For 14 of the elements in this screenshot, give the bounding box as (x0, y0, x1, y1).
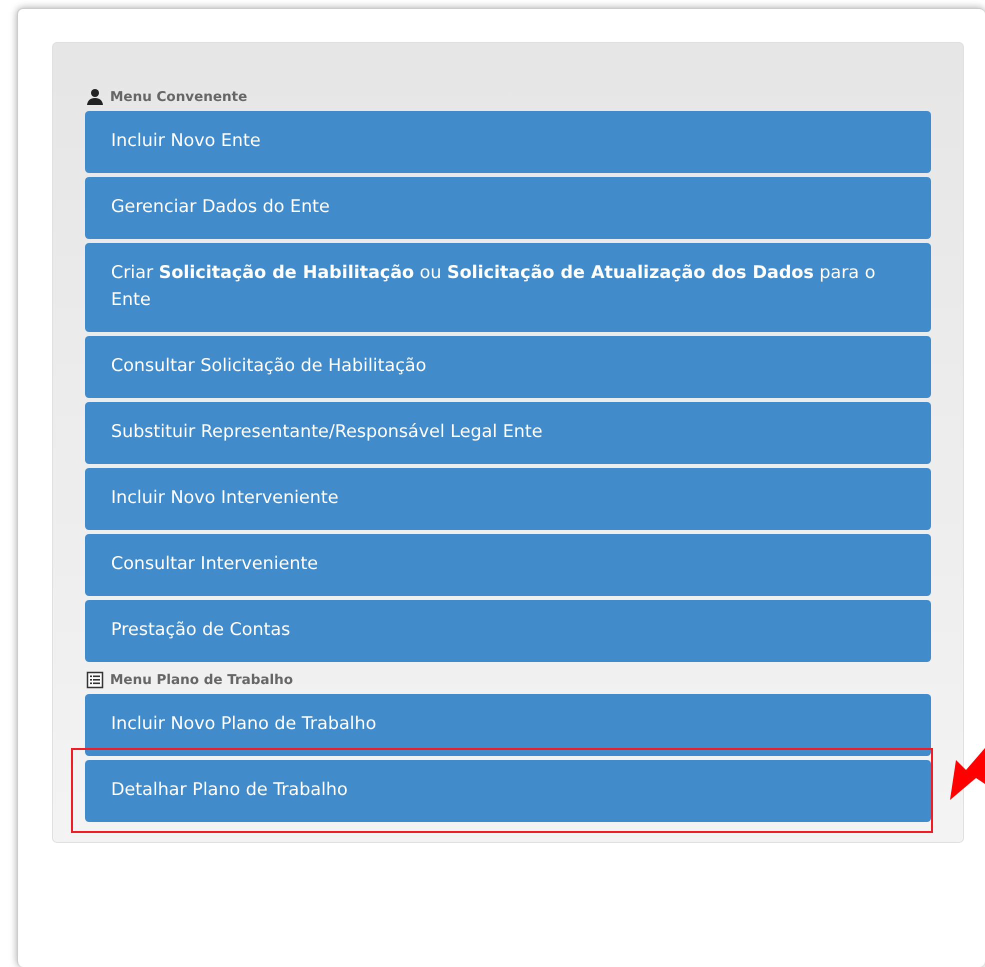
menu-item[interactable]: Substituir Representante/Responsável Legal Ente (85, 402, 931, 464)
person-icon (86, 88, 104, 106)
section-title: Menu Plano de Trabalho (110, 670, 294, 690)
menu-item[interactable]: Consultar Interveniente (85, 534, 931, 596)
menu-item[interactable]: Incluir Novo Ente (85, 111, 931, 173)
menu-item[interactable]: Consultar Solicitação de Habilitação (85, 336, 931, 398)
menu-item[interactable]: Incluir Novo Interveniente (85, 468, 931, 530)
menu-item[interactable]: Gerenciar Dados do Ente (85, 177, 931, 239)
section-title: Menu Convenente (110, 88, 248, 107)
menu-item[interactable]: Incluir Novo Plano de Trabalho (85, 694, 931, 756)
menu-item[interactable]: Prestação de Contas (85, 600, 931, 662)
menu-item[interactable]: Detalhar Plano de Trabalho (85, 760, 931, 822)
list-icon (86, 671, 104, 689)
menu-item[interactable]: Criar Solicitação de Habilitação ou Solicitação de Atualização dos Dados para o Ente (85, 243, 931, 332)
